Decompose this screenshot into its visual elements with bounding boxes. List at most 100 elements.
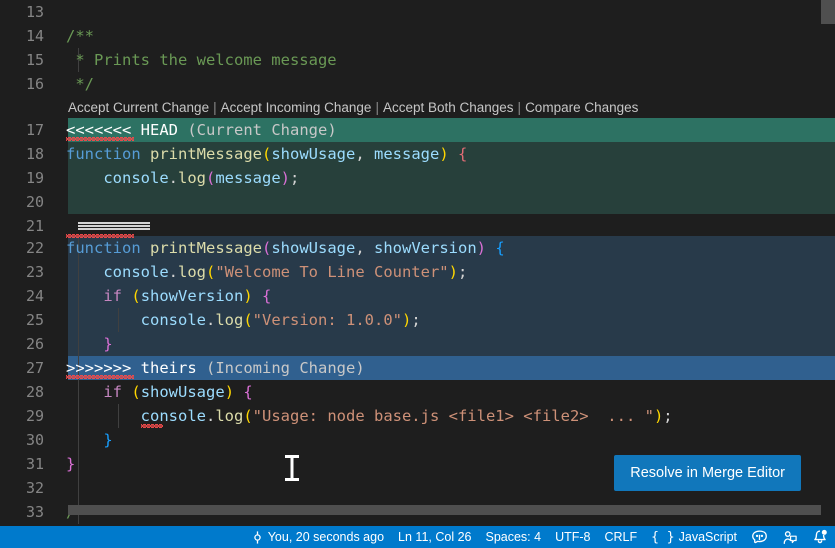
editor-line-conflict-separator[interactable]: 21 ======= [0, 214, 835, 238]
status-indentation[interactable]: Spaces: 4 [478, 526, 548, 548]
editor-line[interactable]: 26 } [0, 332, 835, 356]
object-console: console [103, 263, 169, 281]
accept-current-change-action[interactable]: Accept Current Change [68, 100, 209, 115]
code-editor[interactable]: 13 14 /** 15 * Prints the welcome messag… [0, 0, 835, 526]
codelens-separator: | [517, 99, 522, 115]
editor-line[interactable]: 15 * Prints the welcome message [0, 48, 835, 72]
line-content[interactable]: console.log("Welcome To Line Counter"); [56, 260, 835, 284]
line-content[interactable]: console.log(message); [56, 166, 835, 190]
line-content[interactable]: } [56, 428, 835, 452]
editor-line-conflict-incoming-header[interactable]: 27 >>>>>>> theirs (Incoming Change) [0, 356, 835, 380]
bracket: ) [653, 407, 664, 425]
semicolon: ; [663, 407, 673, 425]
editor-line[interactable]: 30 } [0, 428, 835, 452]
horizontal-scrollbar[interactable] [68, 505, 821, 515]
editor-line[interactable]: 13 [0, 0, 835, 24]
var-showVersion: showVersion [140, 287, 244, 305]
status-eol[interactable]: CRLF [598, 526, 645, 548]
status-git-blame[interactable]: You, 20 seconds ago [244, 526, 391, 548]
comma: , [355, 239, 374, 257]
param-showVersion: showVersion [374, 239, 477, 257]
conflict-current-label: (Current Change) [187, 121, 337, 139]
vertical-scrollbar[interactable] [821, 0, 835, 526]
merge-conflict-codelens[interactable]: Accept Current Change | Accept Incoming … [0, 97, 835, 117]
line-number: 13 [25, 3, 44, 21]
comment-token: */ [66, 75, 94, 93]
line-number: 17 [25, 121, 44, 139]
status-remote-explorer[interactable] [775, 526, 805, 548]
status-encoding[interactable]: UTF-8 [548, 526, 597, 548]
editor-line[interactable]: 16 */ [0, 72, 835, 96]
line-content[interactable] [56, 190, 835, 214]
dot: . [205, 407, 216, 425]
vertical-scrollbar-thumb[interactable] [821, 0, 835, 24]
editor-line[interactable]: 25 console.log("Version: 1.0.0"); [0, 308, 835, 332]
editor-line[interactable]: 14 /** [0, 24, 835, 48]
cursor-position-label: Ln 11, Col 26 [398, 530, 472, 544]
editor-line[interactable]: 24 if (showVersion) { [0, 284, 835, 308]
accept-both-changes-action[interactable]: Accept Both Changes [383, 100, 514, 115]
line-content[interactable]: if (showUsage) { [56, 380, 835, 404]
line-number: 31 [25, 455, 44, 473]
status-notifications[interactable] [805, 526, 835, 548]
git-blame-label: You, 20 seconds ago [267, 530, 385, 544]
conflict-incoming-label: (Incoming Change) [206, 359, 365, 377]
line-number: 30 [25, 431, 44, 449]
line-content[interactable]: function printMessage(showUsage, showVer… [56, 236, 835, 260]
line-content[interactable]: >>>>>>> theirs (Incoming Change) [56, 356, 835, 380]
line-number: 32 [25, 479, 44, 497]
accept-incoming-change-action[interactable]: Accept Incoming Change [221, 100, 372, 115]
editor-line[interactable]: 18 function printMessage(showUsage, mess… [0, 142, 835, 166]
status-bar: You, 20 seconds ago Ln 11, Col 26 Spaces… [0, 526, 835, 548]
status-live-share[interactable] [744, 526, 775, 548]
semicolon: ; [290, 169, 300, 187]
object-console: console [140, 407, 206, 428]
horizontal-scrollbar-thumb[interactable] [68, 505, 821, 515]
param-showUsage: showUsage [271, 239, 356, 257]
status-cursor-position[interactable]: Ln 11, Col 26 [391, 526, 478, 548]
editor-line[interactable]: 23 console.log("Welcome To Line Counter"… [0, 260, 835, 284]
method-log: log [178, 169, 206, 187]
line-content[interactable]: /** [56, 24, 835, 48]
editor-line[interactable]: 20 [0, 190, 835, 214]
line-number: 24 [25, 287, 44, 305]
status-language-mode[interactable]: { } JavaScript [644, 526, 744, 548]
line-content[interactable] [56, 0, 835, 24]
line-number: 33 [25, 503, 44, 521]
bracket: ) [448, 263, 458, 281]
bracket: ( [206, 263, 216, 281]
line-content[interactable]: */ [56, 72, 835, 96]
braces-icon: { } [651, 529, 675, 545]
line-content[interactable]: console .log("Usage: node base.js <file1>… [56, 404, 835, 428]
line-content[interactable]: console.log("Version: 1.0.0"); [56, 308, 835, 332]
editor-line-conflict-current-header[interactable]: 17 <<<<<<< HEAD (Current Change) [0, 118, 835, 142]
line-content[interactable]: ======= [56, 214, 835, 238]
conflict-incoming-ref: theirs [140, 359, 197, 377]
compare-changes-action[interactable]: Compare Changes [525, 100, 638, 115]
object-console: console [103, 169, 169, 187]
line-content[interactable]: if (showVersion) { [56, 284, 835, 308]
line-content[interactable]: } [56, 332, 835, 356]
bracket: ( [261, 145, 272, 163]
bracket: ( [243, 407, 253, 425]
editor-line[interactable]: 28 if (showUsage) { [0, 380, 835, 404]
line-content[interactable]: function printMessage(showUsage, message… [56, 142, 835, 166]
editor-line[interactable]: 29 console .log("Usage: node base.js <fil… [0, 404, 835, 428]
bracket: ) [280, 169, 291, 187]
param-showUsage: showUsage [271, 145, 356, 163]
line-number: 20 [25, 193, 44, 211]
line-content[interactable]: <<<<<<< HEAD (Current Change) [56, 118, 835, 142]
editor-line[interactable]: 19 console.log(message); [0, 166, 835, 190]
line-content[interactable]: * Prints the welcome message [56, 48, 835, 72]
resolve-in-merge-editor-button[interactable]: Resolve in Merge Editor [614, 455, 801, 491]
function-name: printMessage [150, 239, 262, 257]
editor-line[interactable]: 22 function printMessage(showUsage, show… [0, 236, 835, 260]
line-number: 28 [25, 383, 44, 401]
bracket: ( [261, 239, 272, 257]
language-label: JavaScript [678, 530, 737, 544]
